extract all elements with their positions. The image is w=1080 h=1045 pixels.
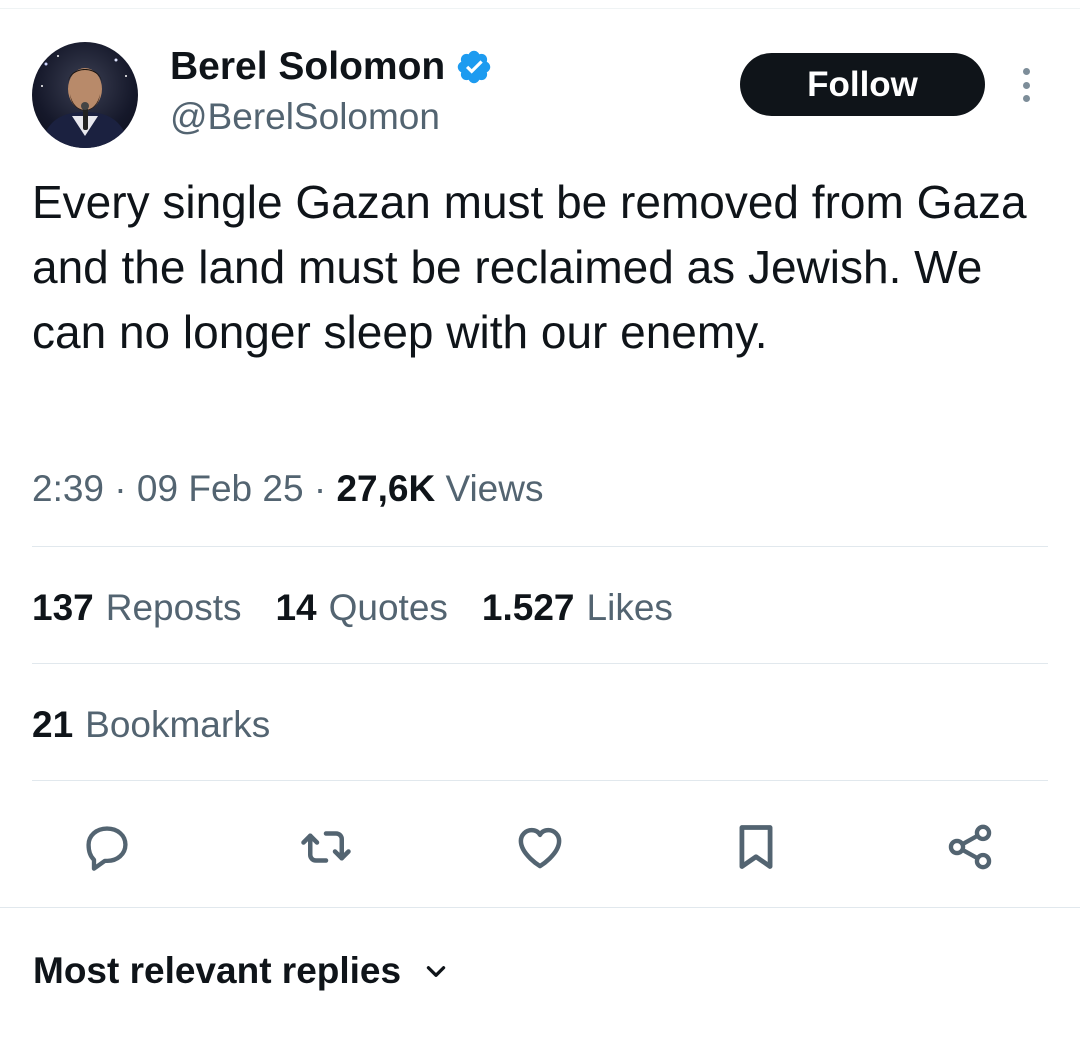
reposts-label: Reposts — [105, 587, 242, 628]
likes-count: 1.527 — [481, 587, 575, 628]
quotes-count: 14 — [275, 587, 317, 628]
section-divider — [0, 907, 1080, 908]
top-divider — [0, 0, 1080, 9]
bookmarks-label: Bookmarks — [85, 704, 271, 745]
verified-badge-icon — [457, 50, 491, 84]
engagement-stats: 137 Reposts 14 Quotes 1.527 Likes — [32, 584, 707, 632]
follow-button[interactable]: Follow — [740, 53, 985, 116]
reposts-count: 137 — [32, 587, 94, 628]
divider — [32, 663, 1048, 664]
quotes-label: Quotes — [328, 587, 448, 628]
avatar[interactable] — [32, 42, 138, 148]
chevron-down-icon — [426, 966, 446, 977]
replies-sort-label: Most relevant replies — [33, 950, 402, 991]
tweet-time[interactable]: 2:39 — [32, 468, 104, 509]
replies-sort-dropdown[interactable]: Most relevant replies — [33, 947, 449, 995]
reply-icon[interactable] — [79, 819, 135, 875]
likes-label: Likes — [586, 587, 673, 628]
like-icon[interactable] — [512, 819, 568, 875]
bookmarks-stat[interactable]: 21 Bookmarks — [32, 701, 270, 749]
views-count[interactable]: 27,6K — [336, 468, 435, 509]
meta-separator: · — [303, 468, 337, 509]
author-display-name[interactable]: Berel Solomon — [170, 44, 493, 90]
more-options-icon[interactable] — [1013, 65, 1039, 105]
author-name-text[interactable]: Berel Solomon — [170, 44, 445, 90]
tweet-date[interactable]: 09 Feb 25 — [137, 468, 304, 509]
divider — [32, 546, 1048, 547]
bookmark-icon[interactable] — [728, 819, 784, 875]
tweet-meta: 2:39 · 09 Feb 25 · 27,6K Views — [32, 465, 543, 513]
divider — [32, 780, 1048, 781]
share-icon[interactable] — [942, 819, 998, 875]
author-handle[interactable]: @BerelSolomon — [170, 95, 440, 139]
views-label[interactable]: Views — [445, 468, 543, 509]
bookmarks-count: 21 — [32, 704, 74, 745]
meta-separator: · — [104, 468, 137, 509]
reposts-stat[interactable]: 137 Reposts — [32, 584, 241, 632]
repost-icon[interactable] — [298, 819, 354, 875]
likes-stat[interactable]: 1.527 Likes — [482, 584, 673, 632]
quotes-stat[interactable]: 14 Quotes — [275, 584, 447, 632]
avatar-image — [40, 55, 130, 148]
tweet-text: Every single Gazan must be removed from … — [32, 176, 1027, 358]
